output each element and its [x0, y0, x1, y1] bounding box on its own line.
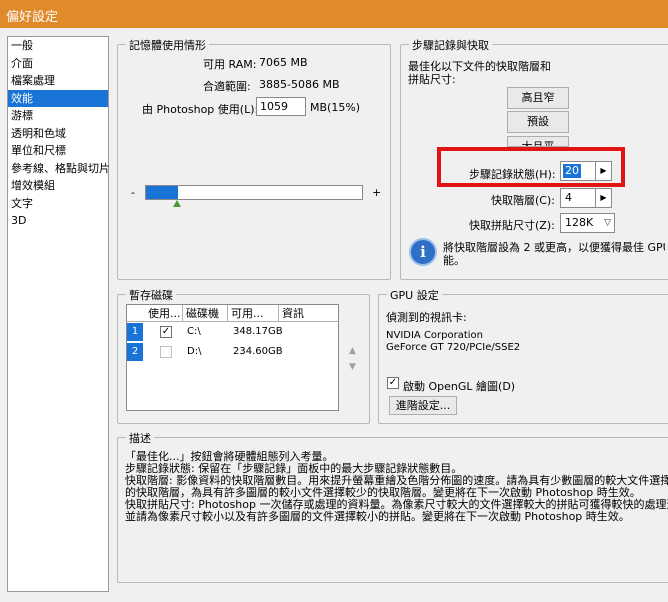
cache-presets-caption-2: 拼貼尺寸:	[408, 73, 456, 86]
cache-tile-size-value: 128K	[565, 216, 594, 229]
cache-levels-label: 快取階層(C):	[491, 194, 555, 207]
slider-min-sign: -	[131, 186, 135, 199]
opengl-checkbox[interactable]: ✓	[387, 377, 399, 389]
table-header: 使用... 磁碟機 可用... 資訊	[127, 305, 338, 322]
gpu-vendor: NVIDIA Corporation	[386, 330, 484, 341]
sidebar-item-performance[interactable]: 效能	[8, 89, 108, 107]
chevron-down-icon: ▽	[604, 218, 611, 228]
row-number: 2	[127, 343, 143, 361]
drive-cell: D:\	[187, 346, 202, 357]
memory-usage-group: 記憶體使用情形	[117, 37, 391, 280]
column-header-info[interactable]: 資訊	[279, 305, 338, 322]
sidebar-item-cursors[interactable]: 游標	[8, 107, 108, 125]
memory-usage-legend: 記憶體使用情形	[126, 37, 209, 53]
window-titlebar: 偏好設定	[0, 0, 668, 28]
window-title: 偏好設定	[6, 10, 59, 25]
sidebar-item-interface[interactable]: 介面	[8, 55, 108, 73]
sidebar-item-plugins[interactable]: 增效模組	[8, 177, 108, 195]
use-checkbox[interactable]: ✓	[160, 326, 172, 338]
cache-levels-value: 4	[565, 191, 572, 204]
ideal-range-value: 3885-5086 MB	[259, 78, 340, 91]
cache-tile-size-select[interactable]: 128K ▽	[560, 213, 615, 233]
available-ram-value: 7065 MB	[259, 56, 308, 69]
move-down-icon[interactable]: ▼	[349, 362, 356, 372]
scratch-disks-table: 使用... 磁碟機 可用... 資訊 1 ✓ C:\ 348.17GB 2 D:…	[126, 304, 339, 411]
big-flat-button[interactable]: 大且平	[507, 136, 569, 147]
description-line-1: 「最佳化...」按鈕會將硬體組態列入考量。	[125, 450, 334, 463]
sidebar-item-general[interactable]: 一般	[8, 37, 108, 55]
cache-levels-stepper[interactable]: 4 ▶	[560, 188, 612, 208]
memory-slider-fill	[146, 186, 179, 199]
gpu-model: GeForce GT 720/PCIe/SSE2	[386, 342, 521, 353]
table-row[interactable]: 2 D:\ 234.60GB	[127, 343, 338, 361]
let-photoshop-use-suffix: MB(15%)	[310, 101, 361, 114]
description-line-6: 並請為像素尺寸較小以及有許多圖層的文件選擇較小的拼貼。變更將在下一次啟動 Pho…	[125, 510, 630, 523]
cache-tile-size-label: 快取拼貼尺寸(Z):	[469, 219, 555, 232]
default-button[interactable]: 預設	[507, 111, 569, 133]
memory-slider-thumb[interactable]	[173, 200, 181, 207]
sidebar-item-units-rulers[interactable]: 單位和尺標	[8, 142, 108, 160]
advanced-settings-button[interactable]: 進階設定...	[389, 396, 457, 415]
row-number: 1	[127, 323, 143, 341]
gpu-hint-line-1: 將快取階層設為 2 或更高，以便獲得最佳 GPU 效能	[443, 241, 665, 254]
available-ram-label: 可用 RAM:	[203, 58, 257, 71]
table-row[interactable]: 1 ✓ C:\ 348.17GB	[127, 323, 338, 341]
description-legend: 描述	[126, 430, 154, 446]
description-line-3: 快取階層: 影像資料的快取階層數目。用來提升螢幕重繪及色階分佈圖的速度。請為具有…	[125, 474, 668, 487]
sidebar-item-type[interactable]: 文字	[8, 195, 108, 213]
sidebar-item-3d[interactable]: 3D	[8, 212, 108, 230]
use-checkbox[interactable]	[160, 346, 172, 358]
let-photoshop-use-input[interactable]: 1059	[256, 97, 306, 116]
detected-card-label: 偵測到的視訊卡:	[386, 311, 467, 324]
column-header-drive[interactable]: 磁碟機	[183, 305, 228, 322]
slider-max-sign: +	[372, 186, 382, 199]
free-space-cell: 348.17GB	[233, 326, 283, 337]
gpu-settings-legend: GPU 設定	[387, 287, 442, 303]
history-cache-legend: 步驟記錄與快取	[409, 37, 492, 53]
description-line-5: 快取拼貼尺寸: Photoshop 一次儲存或處理的資料量。為像素尺寸較大的文件…	[125, 498, 668, 511]
move-up-icon[interactable]: ▲	[349, 346, 356, 356]
sidebar-item-guides-grid-slices[interactable]: 參考線、格點與切片	[8, 160, 110, 178]
opengl-label[interactable]: 啟動 OpenGL 繪圖(D)	[403, 378, 515, 394]
scratch-disks-legend: 暫存磁碟	[126, 287, 176, 303]
ideal-range-label: 合適範圍:	[203, 80, 251, 93]
info-icon: i	[409, 238, 437, 266]
let-photoshop-use-label: 由 Photoshop 使用(L):	[142, 103, 259, 116]
cache-levels-arrow-icon[interactable]: ▶	[595, 189, 611, 207]
sidebar-item-file-handling[interactable]: 檔案處理	[8, 72, 108, 90]
memory-slider-track[interactable]	[145, 185, 363, 200]
preferences-sidebar: 一般 介面 檔案處理 效能 游標 透明和色域 單位和尺標 參考線、格點與切片 增…	[7, 36, 110, 592]
gpu-hint-line-2: 能。	[443, 254, 465, 267]
tall-thin-button[interactable]: 高且窄	[507, 87, 569, 109]
description-line-4: 的快取階層，為具有許多圖層的較小文件選擇較少的快取階層。變更將在下一次啟動 Ph…	[125, 486, 641, 499]
description-line-2: 步驟記錄狀態: 保留在「步驟記錄」面板中的最大步驟記錄狀態數目。	[125, 462, 463, 475]
highlight-box	[437, 147, 625, 187]
free-space-cell: 234.60GB	[233, 346, 283, 357]
column-header-free[interactable]: 可用...	[228, 305, 279, 322]
drive-cell: C:\	[187, 326, 201, 337]
sidebar-item-transparency-gamut[interactable]: 透明和色域	[8, 125, 108, 143]
column-header-use[interactable]: 使用...	[145, 305, 183, 322]
